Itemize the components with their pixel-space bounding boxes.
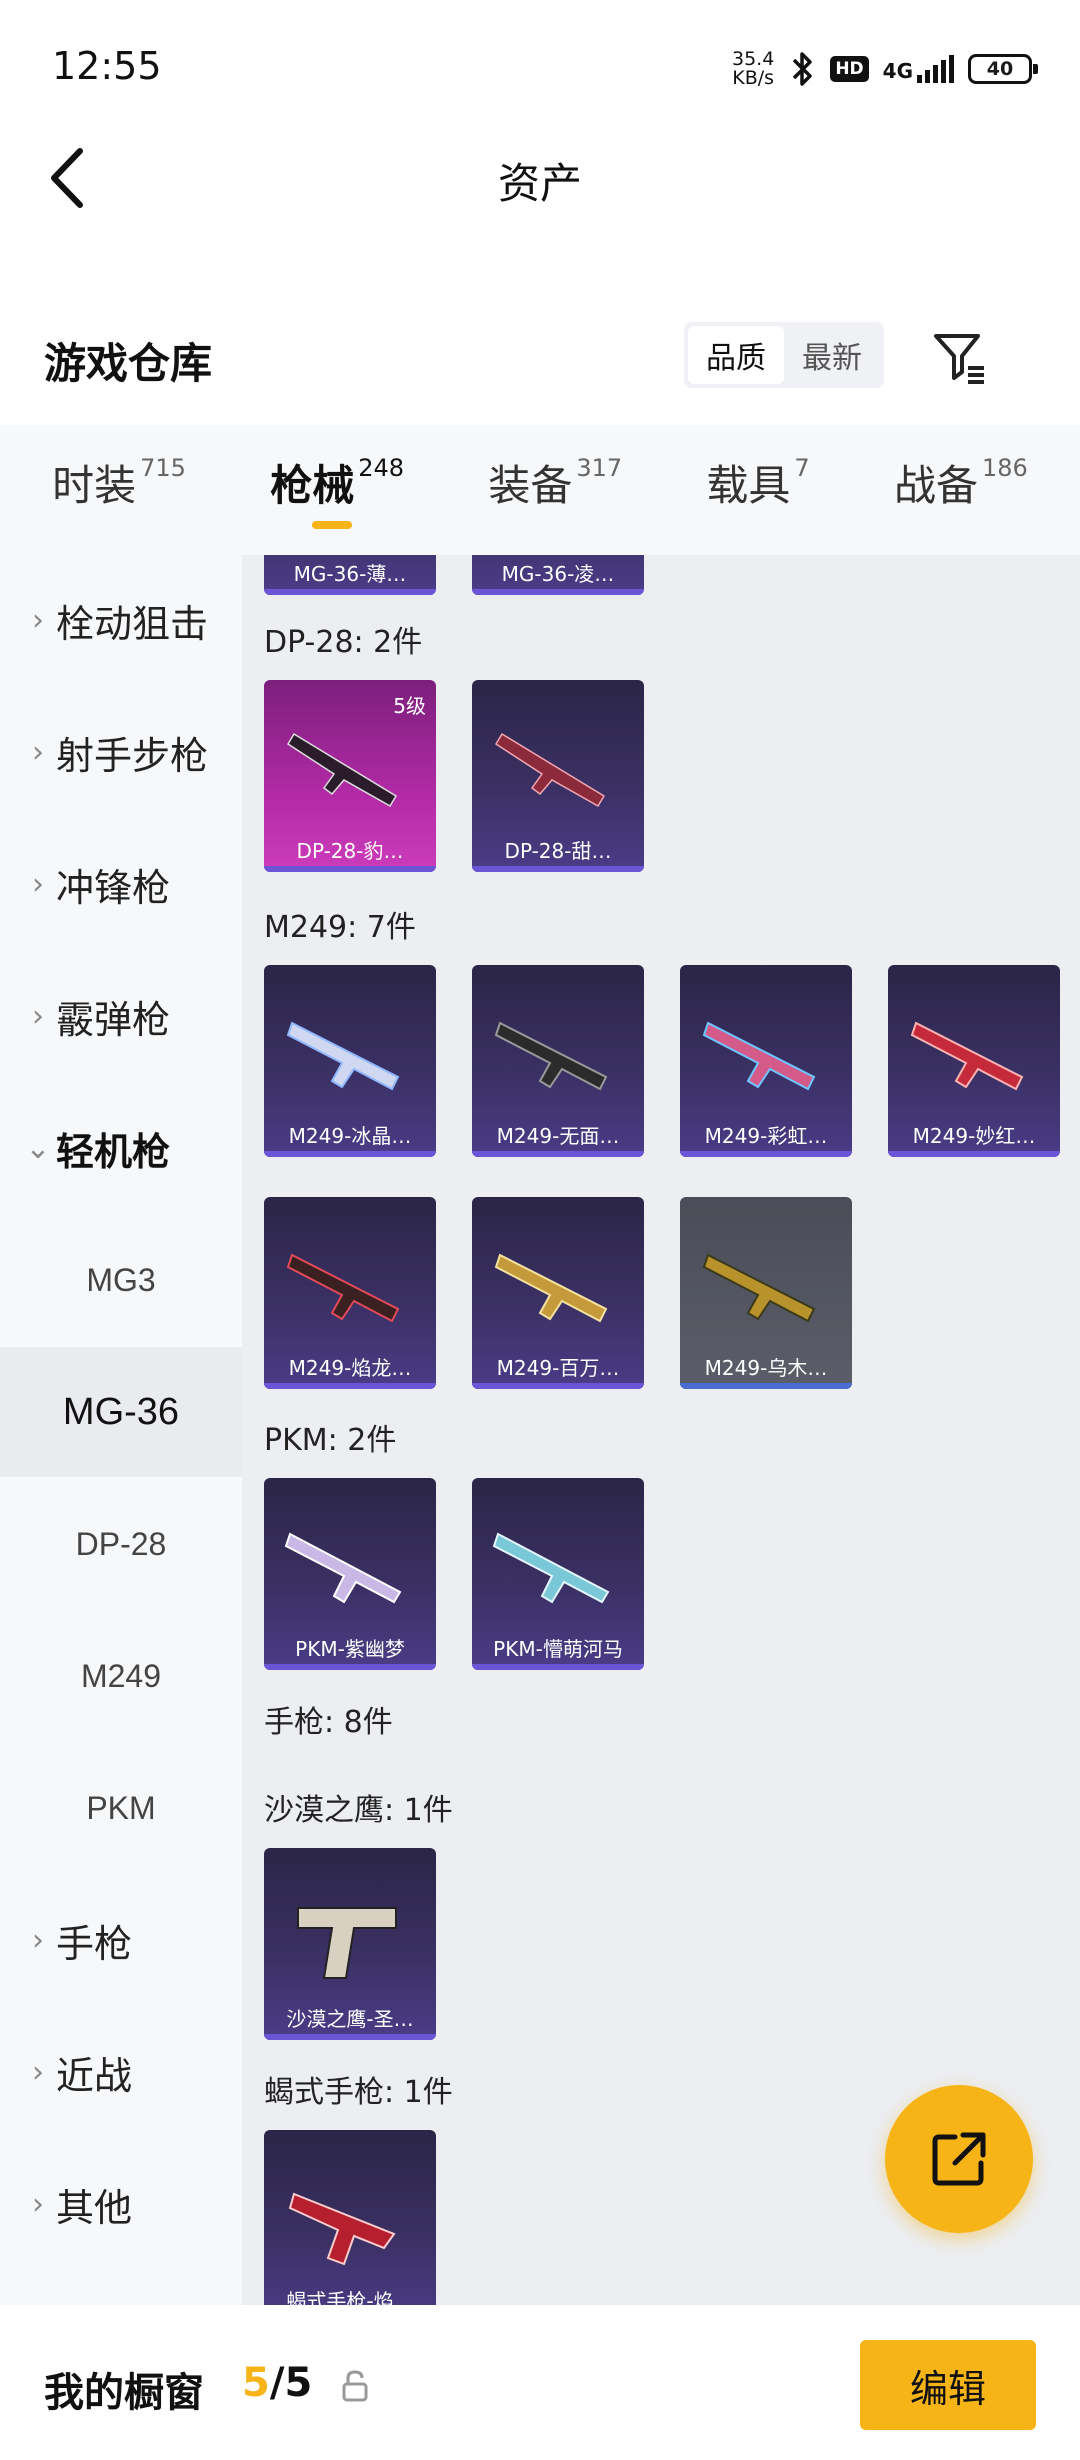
item-card[interactable]: DP-28-甜… xyxy=(472,680,644,872)
item-card[interactable]: M249-无面… xyxy=(472,965,644,1157)
sort-latest-button[interactable]: 最新 xyxy=(784,326,880,384)
title-bar: 资产 xyxy=(0,130,1080,225)
share-icon xyxy=(932,2132,986,2186)
item-card[interactable]: 沙漠之鹰-圣… xyxy=(264,1848,436,2040)
chevron-right-icon: › xyxy=(32,1922,44,1958)
status-bar: 12:55 35.4 KB/s HD 4G 40 xyxy=(0,0,1080,130)
sidebar-item-smg[interactable]: › 冲锋枪 xyxy=(0,819,242,949)
lmg-skin-icon xyxy=(494,1021,608,1091)
chevron-right-icon: › xyxy=(32,2054,44,2090)
showcase-label: 我的橱窗 xyxy=(44,2370,204,2416)
sidebar-item-marksman-rifle[interactable]: › 射手步枪 xyxy=(0,687,242,817)
chevron-right-icon: › xyxy=(32,2186,44,2222)
item-card[interactable]: M249-妙红… xyxy=(888,965,1060,1157)
sidebar-item-other[interactable]: › 其他 xyxy=(0,2139,242,2269)
item-card[interactable]: PKM-紫幽梦 xyxy=(264,1478,436,1670)
item-card[interactable]: MG-36-薄… xyxy=(264,555,436,595)
signal-icon: 4G xyxy=(883,55,954,83)
edit-button[interactable]: 编辑 xyxy=(860,2340,1036,2430)
item-card[interactable]: M249-焰龙… xyxy=(264,1197,436,1389)
status-time: 12:55 xyxy=(52,44,162,88)
filter-button[interactable] xyxy=(930,328,990,388)
lmg-skin-icon xyxy=(286,1253,400,1323)
lmg-skin-icon xyxy=(702,1021,816,1091)
item-card[interactable]: M249-乌木… xyxy=(680,1197,852,1389)
lmg-skin-icon xyxy=(494,1253,608,1323)
item-card[interactable]: PKM-懵萌河马 xyxy=(472,1478,644,1670)
item-grid: MG-36-薄… MG-36-凌… DP-28: 2件 5级 DP-28-豹… … xyxy=(242,555,1080,2305)
sidebar-sub-dp28[interactable]: DP-28 xyxy=(0,1479,242,1609)
hd-badge: HD xyxy=(830,56,869,82)
lmg-skin-icon xyxy=(492,1532,610,1604)
item-card[interactable]: 蝎式手枪-焰… xyxy=(264,2130,436,2305)
pistol-skin-icon xyxy=(288,2192,396,2266)
category-sidebar: › 栓动狙击 › 射手步枪 › 冲锋枪 › 霰弹枪 ⌄ 轻机枪 MG3 MG-3… xyxy=(0,555,242,2305)
group-heading: 沙漠之鹰: 1件 xyxy=(264,1793,453,1828)
tab-vehicles[interactable]: 载具 7 xyxy=(706,452,809,529)
bluetooth-icon xyxy=(793,52,813,86)
item-card[interactable]: M249-百万… xyxy=(472,1197,644,1389)
lock-icon xyxy=(342,2370,368,2402)
item-card[interactable]: M249-彩虹… xyxy=(680,965,852,1157)
filter-icon xyxy=(934,334,984,384)
sidebar-item-shotgun[interactable]: › 霰弹枪 xyxy=(0,951,242,1081)
chevron-right-icon: › xyxy=(32,998,44,1034)
group-heading: 手枪: 8件 xyxy=(264,1705,393,1740)
warehouse-header: 游戏仓库 品质 最新 xyxy=(0,300,1080,410)
status-icons: 35.4 KB/s HD 4G 40 xyxy=(732,44,1038,94)
category-tabs: 时装 715 枪械 248 装备 317 载具 7 战备 186 xyxy=(0,425,1080,555)
sidebar-item-melee[interactable]: › 近战 xyxy=(0,2007,242,2137)
tab-equipment[interactable]: 装备 317 xyxy=(488,452,622,529)
group-heading: M249: 7件 xyxy=(264,910,416,945)
showcase-count: 5 /5 xyxy=(242,2360,313,2406)
chevron-right-icon: › xyxy=(32,866,44,902)
group-heading: DP-28: 2件 xyxy=(264,625,423,660)
sort-toggle: 品质 最新 xyxy=(684,322,884,388)
net-speed: 35.4 KB/s xyxy=(732,48,775,89)
lmg-skin-icon xyxy=(284,1532,402,1604)
chevron-right-icon: › xyxy=(32,734,44,770)
lmg-skin-icon xyxy=(286,1021,400,1091)
sidebar-sub-m249[interactable]: M249 xyxy=(0,1611,242,1741)
sidebar-item-bolt-sniper[interactable]: › 栓动狙击 xyxy=(0,555,242,685)
sidebar-sub-pkm[interactable]: PKM xyxy=(0,1743,242,1873)
warehouse-title: 游戏仓库 xyxy=(44,339,213,388)
battery-icon: 40 xyxy=(968,54,1038,84)
bottom-bar: 我的橱窗 5 /5 编辑 xyxy=(0,2310,1080,2460)
tab-fashion[interactable]: 时装 715 xyxy=(52,452,186,529)
item-card[interactable]: M249-冰晶… xyxy=(264,965,436,1157)
lmg-skin-icon xyxy=(702,1253,816,1323)
tab-weapons[interactable]: 枪械 248 xyxy=(270,452,404,529)
tab-supplies[interactable]: 战备 186 xyxy=(894,452,1028,529)
share-fab[interactable] xyxy=(885,2085,1033,2233)
item-card[interactable]: 5级 DP-28-豹… xyxy=(264,680,436,872)
lmg-skin-icon xyxy=(494,732,606,808)
chevron-right-icon: › xyxy=(32,602,44,638)
lmg-skin-icon xyxy=(910,1021,1024,1091)
page-title: 资产 xyxy=(497,159,582,208)
group-heading: 蝎式手枪: 1件 xyxy=(264,2075,453,2110)
pistol-skin-icon xyxy=(297,1907,397,1979)
sidebar-item-pistol[interactable]: › 手枪 xyxy=(0,1875,242,2005)
lmg-skin-icon xyxy=(286,732,398,808)
chevron-down-icon: ⌄ xyxy=(25,1130,51,1166)
sidebar-sub-mg36[interactable]: MG-36 xyxy=(0,1347,242,1477)
sidebar-sub-mg3[interactable]: MG3 xyxy=(0,1215,242,1345)
item-card[interactable]: MG-36-凌… xyxy=(472,555,644,595)
sidebar-item-lmg[interactable]: ⌄ 轻机枪 xyxy=(0,1083,242,1213)
sort-quality-button[interactable]: 品质 xyxy=(688,326,784,384)
group-heading: PKM: 2件 xyxy=(264,1423,397,1458)
